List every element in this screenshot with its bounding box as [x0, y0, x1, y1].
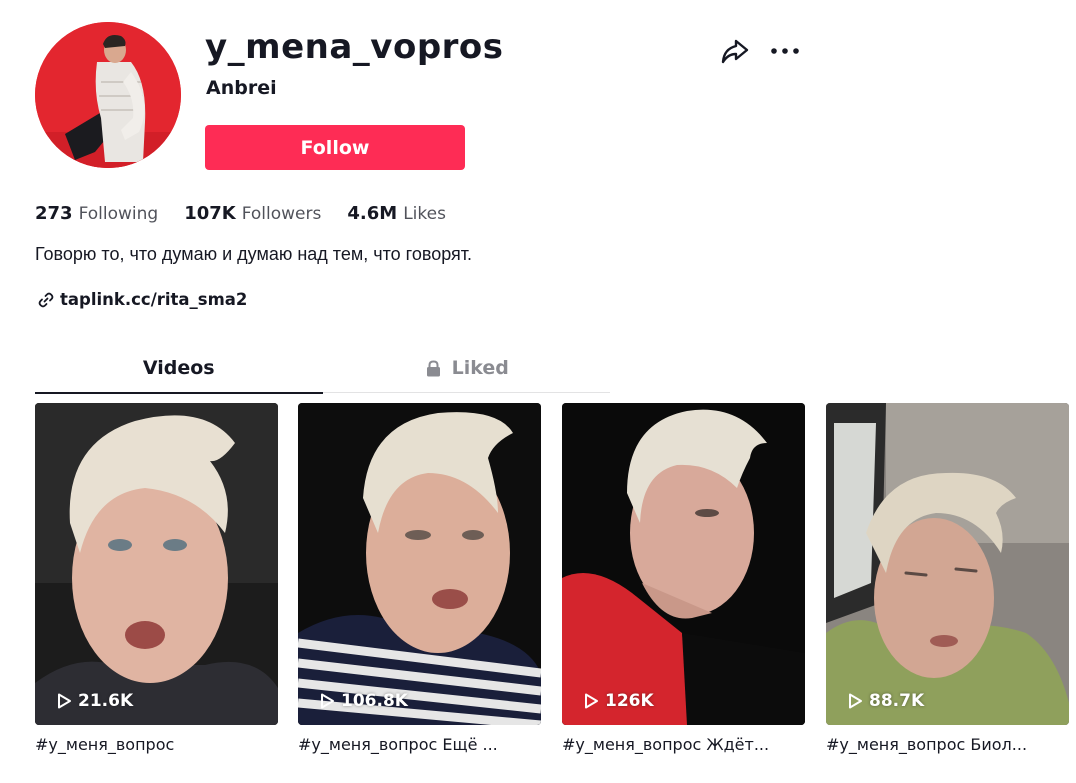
video-card[interactable]: 88.7K #у_меня_вопрос Биол...: [826, 403, 1070, 754]
tab-label: Liked: [451, 357, 509, 379]
view-count: 88.7K: [846, 691, 924, 711]
video-thumbnail[interactable]: 88.7K: [826, 403, 1069, 725]
video-thumbnail[interactable]: 106.8K: [298, 403, 541, 725]
video-grid: 21.6K #у_меня_вопрос 106.8K #у_меня_вопр…: [35, 403, 1076, 754]
view-count-text: 88.7K: [869, 691, 925, 711]
stat-label: Followers: [241, 204, 322, 224]
video-thumbnail-image: [826, 403, 1069, 725]
stat-value: 107K: [184, 203, 236, 224]
video-thumbnail-image: [298, 403, 541, 725]
stat-following[interactable]: 273 Following: [35, 203, 158, 224]
stat-likes: 4.6M Likes: [347, 203, 446, 224]
stat-followers[interactable]: 107K Followers: [184, 203, 321, 224]
view-count: 106.8K: [318, 691, 408, 711]
view-count: 21.6K: [55, 691, 133, 711]
view-count-text: 106.8K: [341, 691, 408, 711]
tab-liked[interactable]: Liked: [323, 343, 611, 393]
profile-tabs: Videos Liked: [35, 343, 611, 394]
video-thumbnail-image: [35, 403, 278, 725]
tab-videos[interactable]: Videos: [35, 343, 323, 394]
follow-button[interactable]: Follow: [205, 125, 465, 170]
video-card[interactable]: 106.8K #у_меня_вопрос Ещё ...: [298, 403, 542, 754]
link-text: taplink.cc/rita_sma2: [60, 290, 248, 309]
link-icon: [38, 292, 54, 307]
stat-label: Following: [78, 204, 159, 224]
video-thumbnail-image: [562, 403, 805, 725]
profile-bio: Говорю то, что думаю и думаю над тем, чт…: [35, 244, 473, 264]
avatar-image: [35, 22, 181, 168]
video-thumbnail[interactable]: 21.6K: [35, 403, 278, 725]
play-icon: [585, 693, 598, 709]
profile-username: y_mena_vopros: [205, 27, 504, 67]
video-thumbnail[interactable]: 126K: [562, 403, 805, 725]
stat-value: 4.6M: [347, 203, 398, 224]
video-card[interactable]: 21.6K #у_меня_вопрос: [35, 403, 279, 754]
stat-label: Likes: [403, 204, 446, 224]
view-count-text: 21.6K: [78, 691, 134, 711]
view-count: 126K: [582, 691, 654, 711]
lock-icon: [426, 359, 440, 376]
profile-link[interactable]: taplink.cc/rita_sma2: [37, 290, 247, 309]
view-count-text: 126K: [605, 691, 654, 711]
play-icon: [58, 693, 71, 709]
video-card[interactable]: 126K #у_меня_вопрос Ждёт...: [562, 403, 806, 754]
video-caption[interactable]: #у_меня_вопрос Биол...: [826, 735, 1062, 754]
video-caption[interactable]: #у_меня_вопрос Ещё ...: [298, 735, 534, 754]
play-icon: [321, 693, 334, 709]
profile-stats: 273 Following 107K Followers 4.6M Likes: [35, 203, 472, 224]
share-icon[interactable]: [719, 35, 751, 67]
play-icon: [849, 693, 862, 709]
more-icon[interactable]: [769, 38, 801, 64]
video-caption[interactable]: #у_меня_вопрос: [35, 735, 271, 754]
video-caption[interactable]: #у_меня_вопрос Ждёт...: [562, 735, 798, 754]
stat-value: 273: [35, 203, 73, 224]
profile-avatar: [35, 22, 181, 168]
tab-label: Videos: [142, 357, 215, 379]
profile-nickname: Anbrei: [206, 77, 277, 99]
